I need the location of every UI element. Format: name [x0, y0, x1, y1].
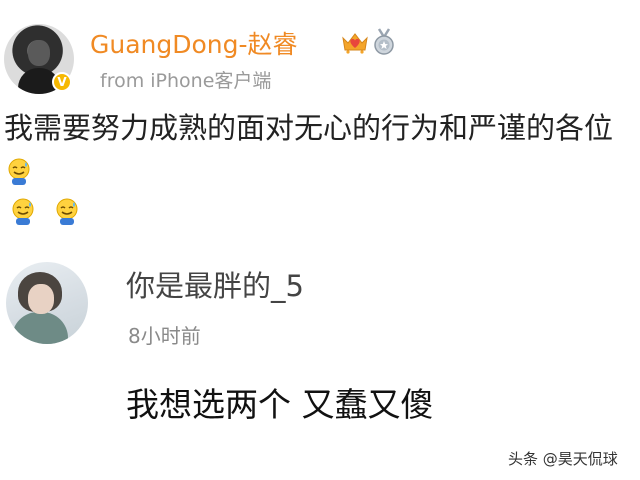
commenter-avatar[interactable]	[6, 262, 88, 344]
avatar-face	[28, 284, 54, 314]
verified-badge-icon: V	[52, 72, 72, 92]
sweat-smile-emoji-icon	[8, 158, 30, 185]
crown-heart-icon	[342, 33, 368, 54]
post-source: from iPhone客户端	[100, 70, 272, 92]
watermark: 头条 @昊天侃球	[508, 450, 618, 468]
avatar-face	[28, 40, 50, 66]
comment-text: 我想选两个 又蠢又傻	[126, 385, 434, 424]
post-text-content: 我需要努力成熟的面对无心的行为和严谨的各位	[4, 111, 614, 145]
sweat-smile-emoji-icon	[56, 198, 78, 225]
commenter-username[interactable]: 你是最胖的_5	[126, 266, 304, 306]
emoji-row	[8, 196, 96, 230]
medal-icon	[374, 28, 394, 55]
avatar-body	[12, 312, 68, 344]
post-text: 我需要努力成熟的面对无心的行为和严谨的各位	[4, 106, 634, 194]
sweat-smile-emoji-icon	[12, 198, 34, 225]
author-username[interactable]: GuangDong-赵睿	[90, 28, 298, 62]
comment-timestamp: 8小时前	[128, 324, 201, 348]
